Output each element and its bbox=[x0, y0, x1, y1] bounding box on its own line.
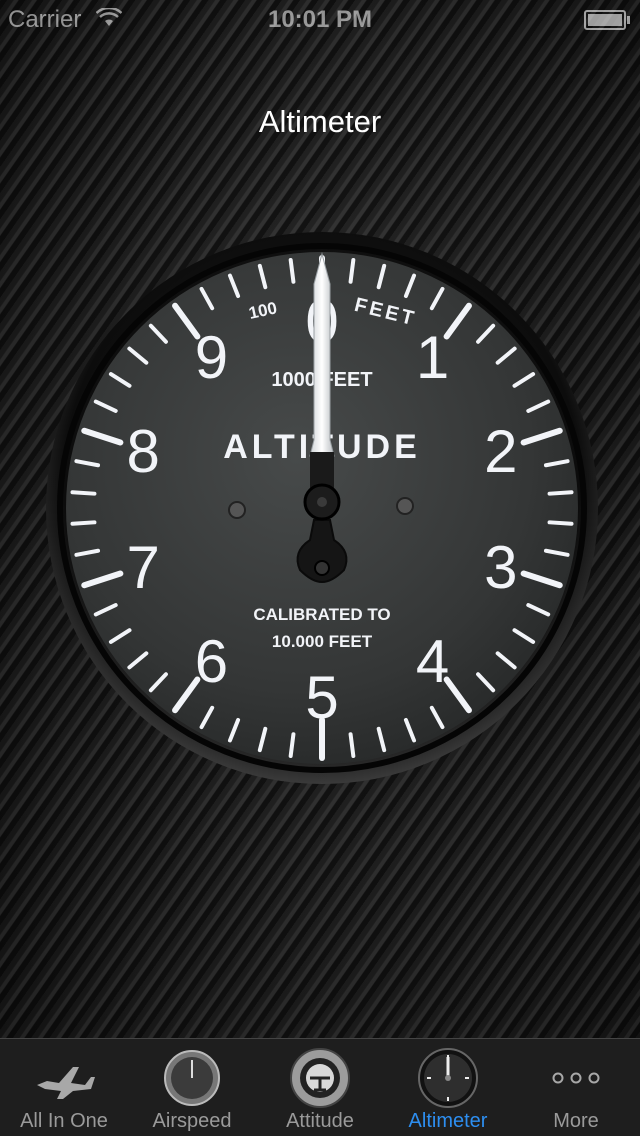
gauge-tick bbox=[288, 732, 296, 759]
attitude-gauge-icon bbox=[289, 1047, 351, 1109]
tab-label: Attitude bbox=[286, 1110, 354, 1132]
tab-attitude[interactable]: Attitude bbox=[256, 1039, 384, 1136]
gauge-tick bbox=[547, 490, 574, 496]
tab-bar: All In One Airspeed Attitude Altimeter M… bbox=[0, 1038, 640, 1136]
tab-more[interactable]: More bbox=[512, 1039, 640, 1136]
left-screw bbox=[228, 501, 246, 519]
altimeter-gauge: 0123456789 100 FEET 1000 FEET ALTITUDE C… bbox=[44, 230, 600, 786]
calibrated-label: CALIBRATED TO bbox=[253, 605, 390, 624]
gauge-tick bbox=[348, 732, 356, 759]
airplane-icon bbox=[33, 1047, 95, 1109]
gauge-tick bbox=[348, 257, 356, 284]
status-time: 10:01 PM bbox=[267, 6, 373, 33]
tab-label: More bbox=[553, 1110, 599, 1132]
altimeter-dial: 0123456789 100 FEET 1000 FEET ALTITUDE C… bbox=[46, 232, 598, 784]
calibrated-value-label: 10.000 FEET bbox=[272, 632, 373, 651]
altimeter-gauge-icon bbox=[417, 1047, 479, 1109]
gauge-numeral-6: 6 bbox=[195, 628, 228, 695]
page-title: Altimeter bbox=[258, 104, 382, 139]
gauge-numeral-7: 7 bbox=[127, 534, 160, 601]
gauge-tick bbox=[70, 490, 97, 496]
gauge-numeral-8: 8 bbox=[127, 418, 160, 485]
tab-label: All In One bbox=[20, 1110, 108, 1132]
tab-label: Altimeter bbox=[408, 1110, 488, 1132]
gauge-numeral-2: 2 bbox=[484, 418, 517, 485]
gauge-numeral-3: 3 bbox=[484, 534, 517, 601]
gauge-numeral-4: 4 bbox=[416, 628, 449, 695]
more-dots-icon bbox=[545, 1047, 607, 1109]
tab-altimeter[interactable]: Altimeter bbox=[384, 1039, 512, 1136]
gauge-numeral-9: 9 bbox=[195, 324, 228, 391]
gauge-tick bbox=[288, 257, 296, 284]
tab-airspeed[interactable]: Airspeed bbox=[128, 1039, 256, 1136]
airspeed-gauge-icon bbox=[161, 1047, 223, 1109]
gauge-tick bbox=[547, 520, 574, 526]
altimeter-needle bbox=[309, 252, 335, 488]
tab-all-in-one[interactable]: All In One bbox=[0, 1039, 128, 1136]
gauge-numeral-5: 5 bbox=[305, 664, 338, 731]
gauge-numeral-1: 1 bbox=[416, 324, 449, 391]
status-bar: Carrier 10:01 PM bbox=[0, 0, 640, 40]
right-screw bbox=[396, 497, 414, 515]
gauge-tick bbox=[70, 520, 97, 526]
tab-label: Airspeed bbox=[152, 1110, 232, 1132]
battery-icon bbox=[584, 10, 630, 30]
